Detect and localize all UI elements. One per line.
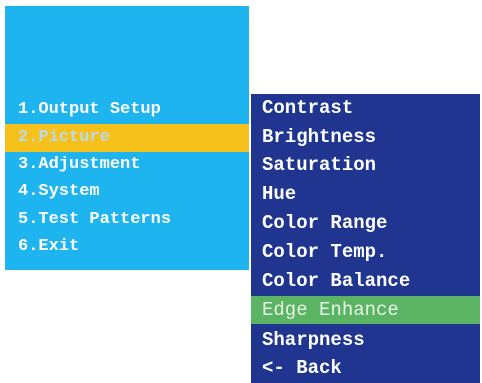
submenu-item-color-temp[interactable]: Color Temp. [251,238,480,266]
main-menu: 1.Output Setup 2.Picture 3.Adjustment 4.… [5,6,249,270]
submenu-item-edge-enhance[interactable]: Edge Enhance [251,296,480,324]
submenu-item-sharpness[interactable]: Sharpness [251,326,480,354]
submenu-item-brightness[interactable]: Brightness [251,123,480,151]
submenu-item-contrast[interactable]: Contrast [251,94,480,122]
menu-item-picture[interactable]: 2.Picture [5,124,249,152]
menu-item-output-setup[interactable]: 1.Output Setup [5,96,249,124]
submenu-item-color-range[interactable]: Color Range [251,209,480,237]
submenu-item-saturation[interactable]: Saturation [251,151,480,179]
menu-item-test-patterns[interactable]: 5.Test Patterns [5,206,249,234]
submenu-item-hue[interactable]: Hue [251,180,480,208]
submenu-item-back[interactable]: <- Back [251,354,480,382]
menu-item-exit[interactable]: 6.Exit [5,233,249,261]
submenu-item-color-balance[interactable]: Color Balance [251,267,480,295]
menu-item-system[interactable]: 4.System [5,178,249,206]
menu-item-adjustment[interactable]: 3.Adjustment [5,151,249,179]
picture-submenu: Contrast Brightness Saturation Hue Color… [251,94,480,383]
